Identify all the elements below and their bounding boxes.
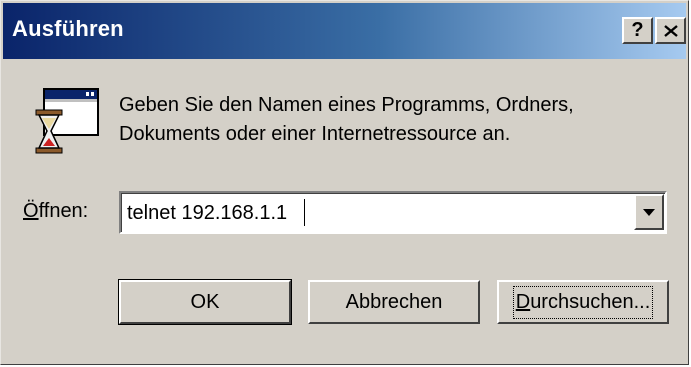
- help-icon: ?: [631, 19, 644, 41]
- open-label: Öffnen:: [23, 200, 88, 223]
- ok-button-label: OK: [190, 290, 220, 313]
- instruction-text: Geben Sie den Namen eines Programms, Ord…: [119, 91, 574, 149]
- close-button[interactable]: [655, 17, 686, 44]
- dropdown-button[interactable]: [634, 194, 664, 230]
- run-dialog: Ausführen ? Geben Sie den Namen eines Pr…: [0, 0, 689, 365]
- browse-button-label: Durchsuchen...: [512, 285, 654, 319]
- instruction-line-1: Geben Sie den Namen eines Programms, Ord…: [119, 94, 574, 116]
- instruction-line-2: Dokuments oder einer Internetressource a…: [119, 123, 511, 145]
- close-icon: [663, 24, 678, 37]
- window-title: Ausführen: [12, 16, 124, 41]
- browse-label-text: urchsuchen...: [530, 290, 651, 313]
- cancel-button-label: Abbrechen: [345, 290, 443, 313]
- open-combobox[interactable]: [119, 191, 667, 234]
- text-cursor: [304, 199, 305, 226]
- browse-accelerator: D: [515, 290, 531, 313]
- open-input[interactable]: [127, 200, 627, 226]
- cancel-button[interactable]: Abbrechen: [308, 280, 480, 324]
- help-button[interactable]: ?: [622, 17, 653, 44]
- ok-button[interactable]: OK: [118, 279, 292, 325]
- browse-button[interactable]: Durchsuchen...: [497, 280, 669, 324]
- open-label-accelerator: Ö: [23, 200, 39, 222]
- title-bar[interactable]: Ausführen ?: [3, 3, 686, 59]
- run-program-icon: [35, 88, 99, 154]
- open-label-text: ffnen:: [38, 200, 89, 222]
- dropdown-arrow-icon: [643, 208, 655, 216]
